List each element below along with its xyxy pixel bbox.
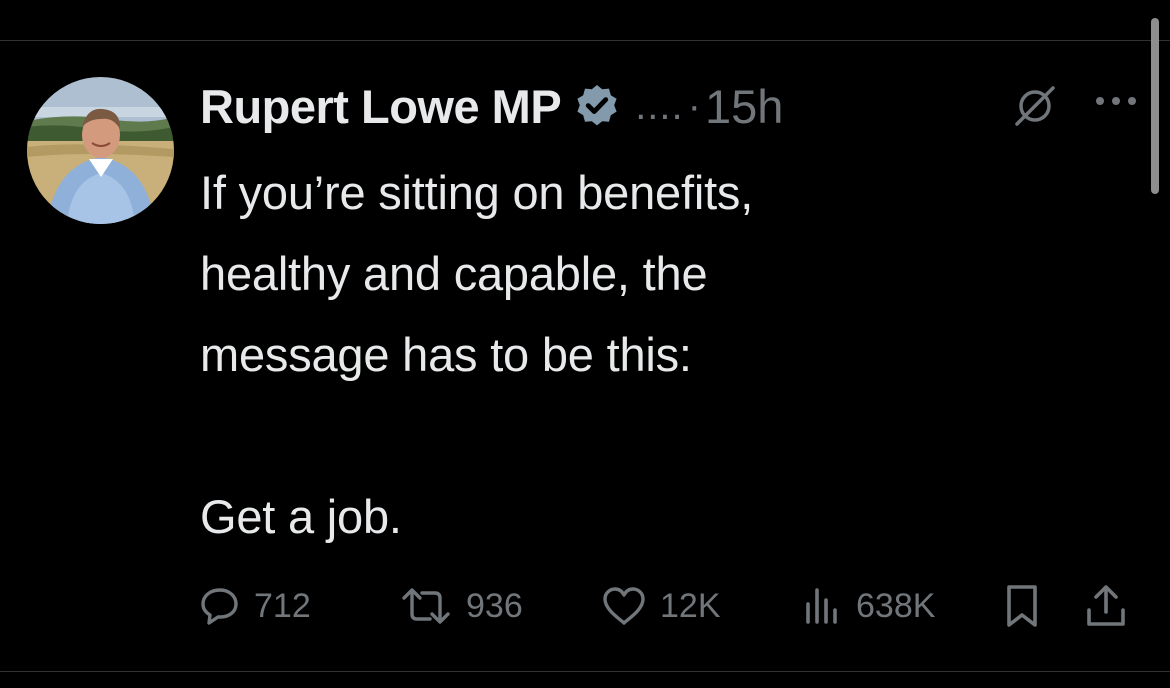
more-icon[interactable] xyxy=(1092,86,1140,116)
avatar[interactable] xyxy=(27,77,174,224)
tweet-text: If you’re sitting on benefits, healthy a… xyxy=(200,152,1080,557)
reply-icon xyxy=(201,588,238,625)
retweet-icon xyxy=(402,588,450,624)
verified-badge-icon xyxy=(577,85,617,126)
tweet-header: Rupert Lowe MP .... · 15h xyxy=(200,76,783,136)
like-button[interactable]: 12K xyxy=(600,578,721,634)
bookmark-icon xyxy=(1007,585,1037,627)
tweet-text-line: message has to be this: xyxy=(200,328,692,381)
scrollbar[interactable] xyxy=(1151,18,1159,194)
action-bar: 712 936 12K 638K xyxy=(198,578,1138,634)
heart-icon xyxy=(603,587,645,625)
author-display-name[interactable]: Rupert Lowe MP xyxy=(200,79,562,134)
author-handle-truncated[interactable]: .... xyxy=(635,84,683,129)
tweet-text-line: Get a job. xyxy=(200,490,402,543)
views-icon xyxy=(806,588,837,624)
share-icon xyxy=(1087,585,1125,626)
top-divider xyxy=(0,40,1170,41)
bottom-divider xyxy=(0,671,1170,672)
tweet-timestamp[interactable]: 15h xyxy=(705,79,783,134)
tweet-text-line: If you’re sitting on benefits, xyxy=(200,166,754,219)
like-count: 12K xyxy=(660,586,721,625)
header-separator: · xyxy=(687,83,701,128)
retweet-button[interactable]: 936 xyxy=(398,578,523,634)
avatar-photo xyxy=(27,77,174,224)
reply-count: 712 xyxy=(254,586,311,625)
reply-button[interactable]: 712 xyxy=(198,578,311,634)
share-button[interactable] xyxy=(1082,578,1130,634)
grok-icon[interactable] xyxy=(1013,84,1057,128)
bookmark-button[interactable] xyxy=(1002,578,1042,634)
views-button[interactable]: 638K xyxy=(800,578,935,634)
tweet-text-line: healthy and capable, the xyxy=(200,247,708,300)
views-count: 638K xyxy=(856,586,936,625)
retweet-count: 936 xyxy=(466,586,523,625)
